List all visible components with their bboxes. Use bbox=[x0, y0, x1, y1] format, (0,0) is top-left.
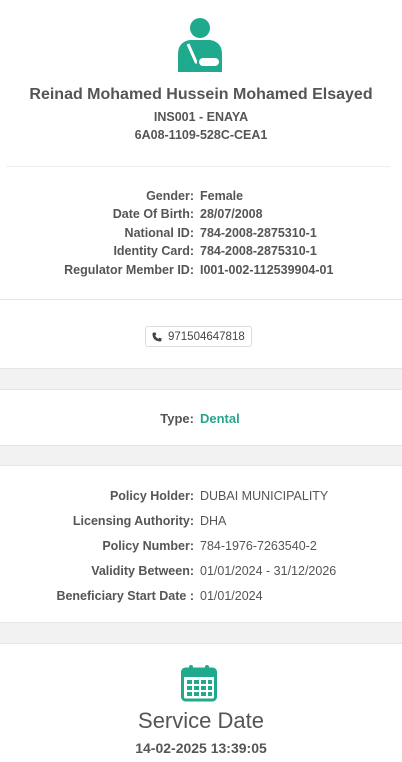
patient-name: Reinad Mohamed Hussein Mohamed Elsayed bbox=[29, 86, 373, 103]
phone-number: 971504647818 bbox=[168, 330, 245, 343]
identity-card-label: Identity Card: bbox=[113, 244, 194, 258]
dob-value: 28/07/2008 bbox=[200, 207, 263, 221]
beneficiary-start-value: 01/01/2024 bbox=[200, 589, 263, 603]
licensing-authority-label: Licensing Authority: bbox=[72, 514, 194, 528]
national-id-label: National ID: bbox=[124, 226, 194, 240]
identity-card-value: 784-2008-2875310-1 bbox=[200, 244, 317, 258]
patient-icon bbox=[178, 18, 222, 72]
regulator-id-value: I001-002-112539904-01 bbox=[200, 263, 334, 277]
phone-icon bbox=[152, 332, 162, 341]
gender-value: Female bbox=[200, 189, 244, 203]
policy-holder-label: Policy Holder: bbox=[109, 489, 194, 503]
patient-header: Reinad Mohamed Hussein Mohamed Elsayed I… bbox=[0, 0, 402, 166]
service-date-title: Service Date bbox=[138, 708, 264, 733]
policy-number-label: Policy Number: bbox=[102, 539, 194, 553]
dob-label: Date Of Birth: bbox=[112, 207, 194, 221]
coverage-type-label: Type: bbox=[160, 411, 194, 426]
regulator-id-label: Regulator Member ID: bbox=[64, 263, 194, 277]
phone-chip[interactable]: 971504647818 bbox=[145, 326, 252, 347]
section-band bbox=[0, 622, 402, 644]
validity-value: 01/01/2024 - 31/12/2026 bbox=[200, 564, 337, 578]
policy-holder-value: DUBAI MUNICIPALITY bbox=[200, 489, 329, 503]
gender-label: Gender: bbox=[146, 189, 194, 203]
section-band bbox=[0, 368, 402, 390]
service-date-value: 14-02-2025 13:39:05 bbox=[135, 740, 267, 756]
insurer-line: INS001 - ENAYA bbox=[153, 110, 249, 124]
licensing-authority-value: DHA bbox=[200, 514, 227, 528]
calendar-icon bbox=[181, 665, 217, 702]
section-band bbox=[0, 445, 402, 466]
national-id-value: 784-2008-2875310-1 bbox=[200, 226, 317, 240]
validity-label: Validity Between: bbox=[91, 564, 194, 578]
eligibility-code: 6A08-1109-528C-CEA1 bbox=[134, 128, 268, 142]
header-divider bbox=[6, 166, 390, 167]
policy-number-value: 784-1976-7263540-2 bbox=[200, 539, 317, 553]
beneficiary-start-label: Beneficiary Start Date : bbox=[56, 589, 194, 603]
coverage-type-value: Dental bbox=[200, 411, 240, 426]
section-divider bbox=[0, 299, 402, 300]
